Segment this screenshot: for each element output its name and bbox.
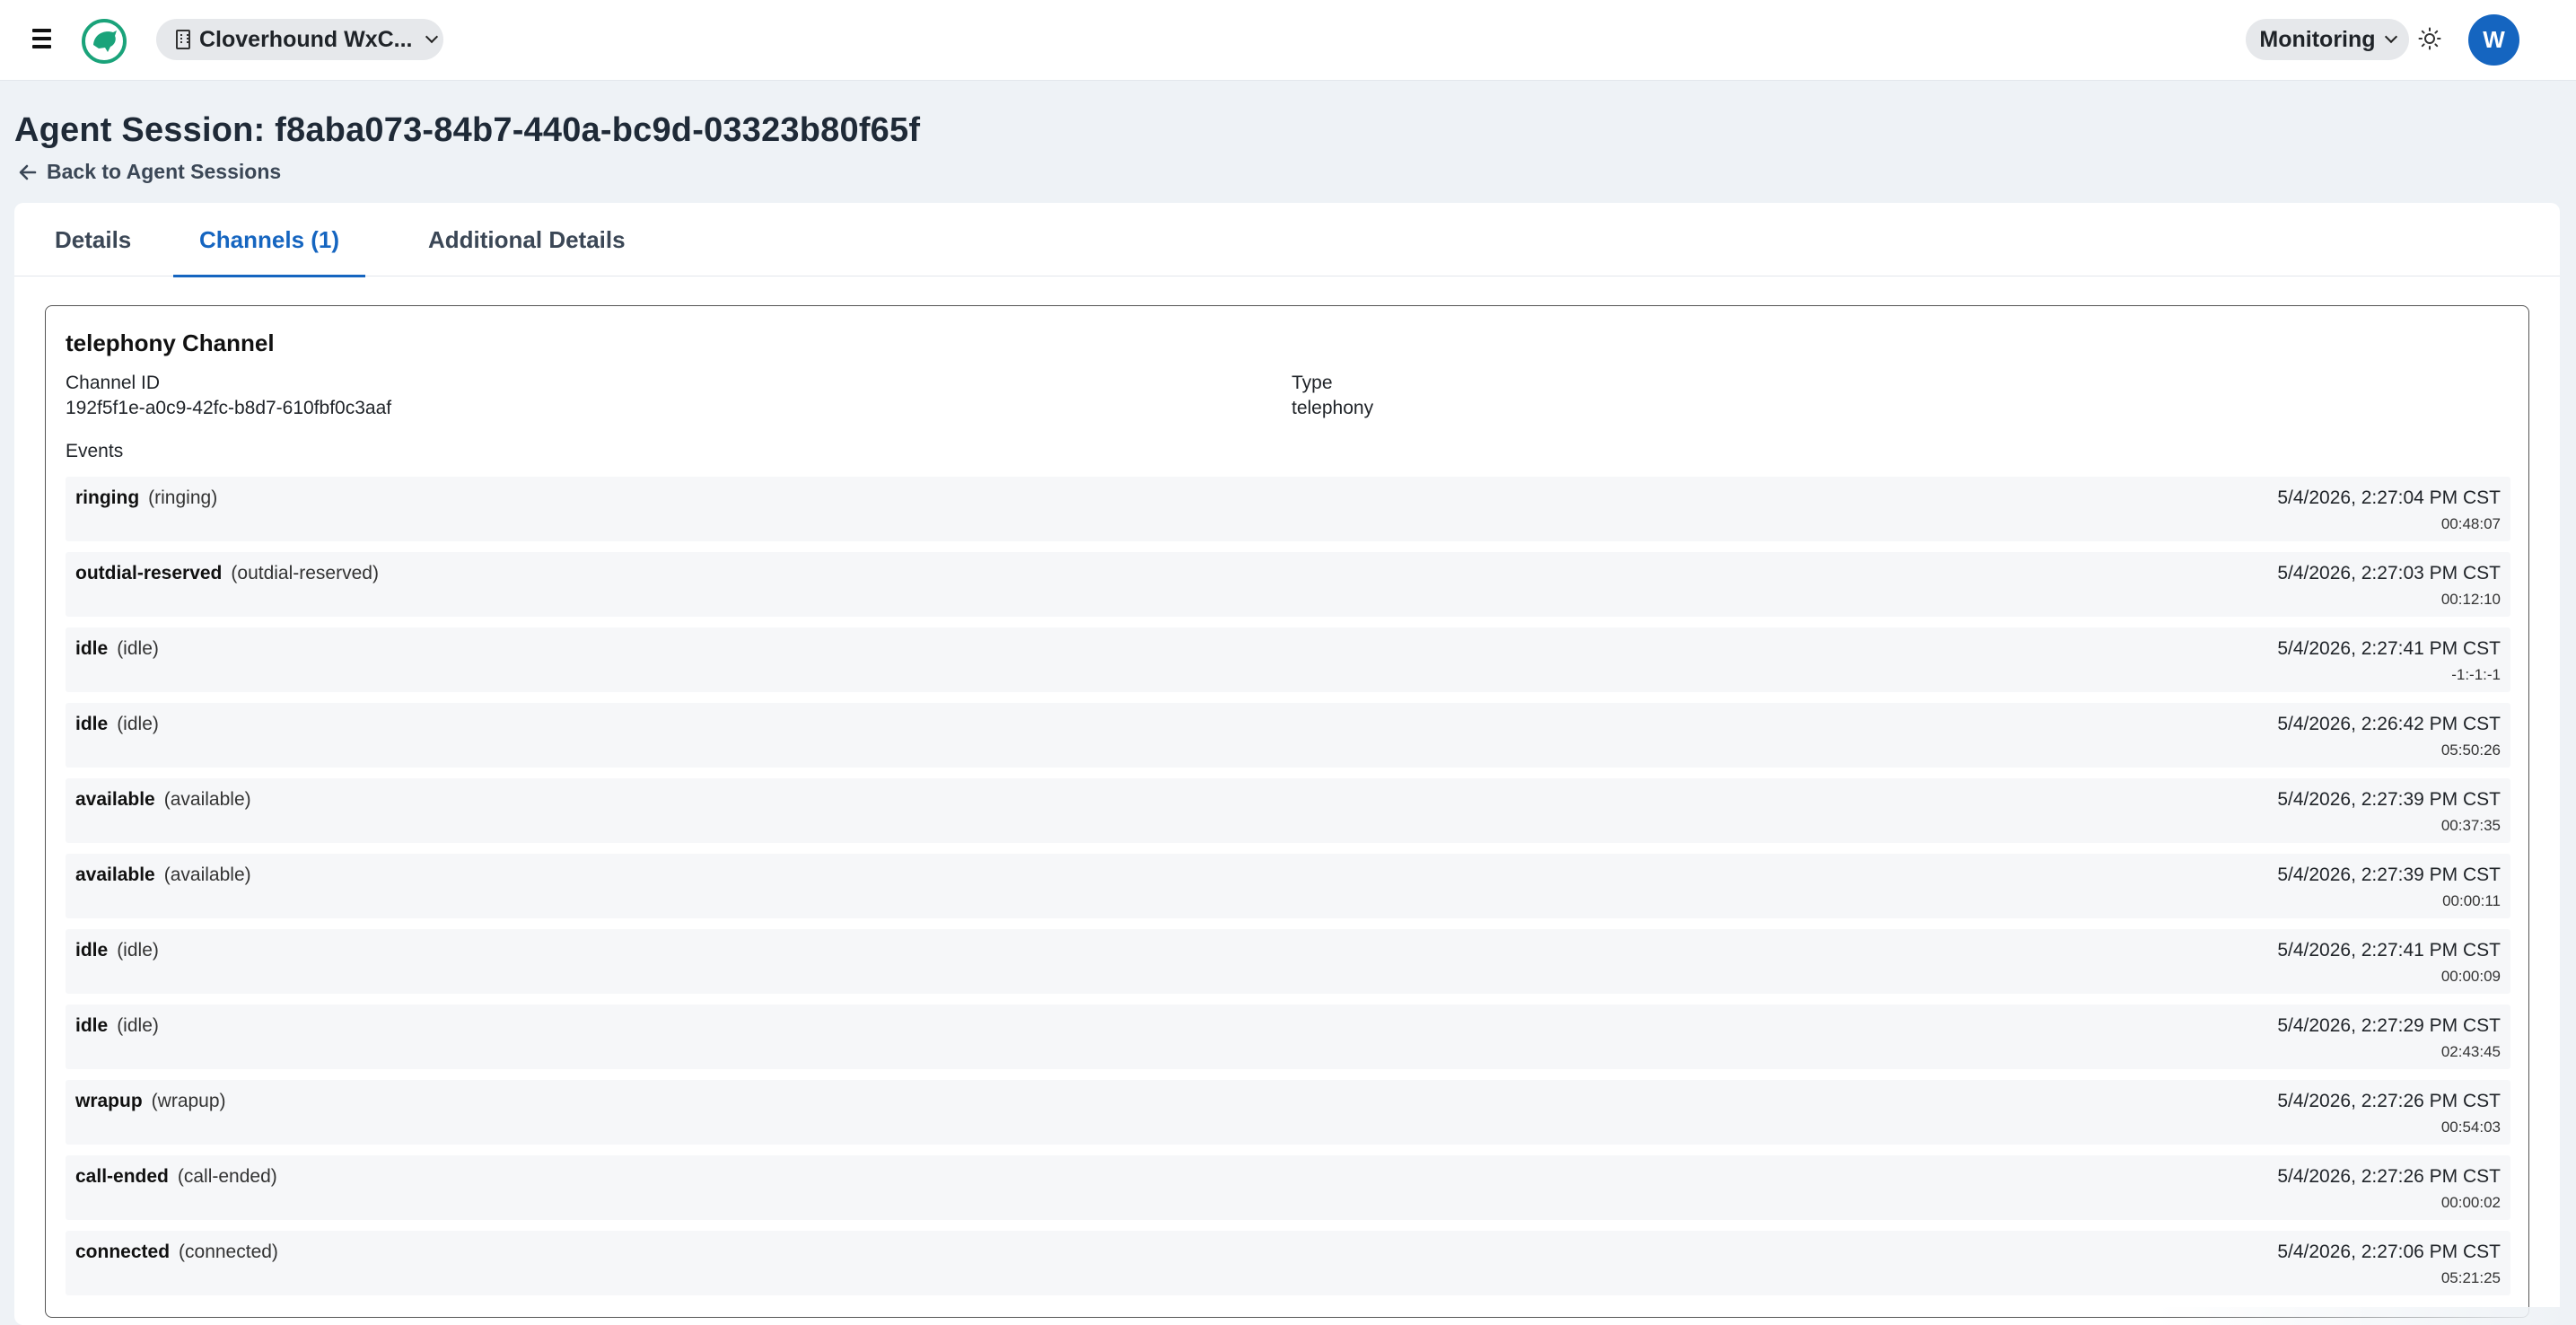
event-timestamp: 5/4/2026, 2:27:26 PM CST xyxy=(2277,1166,2501,1187)
event-name: call-ended (call-ended) xyxy=(75,1166,277,1188)
hamburger-menu-icon[interactable] xyxy=(32,25,54,52)
event-name-text: idle xyxy=(75,940,109,961)
page-title: Agent Session: f8aba073-84b7-440a-bc9d-0… xyxy=(14,111,921,149)
back-to-agent-sessions-link[interactable]: Back to Agent Sessions xyxy=(18,160,281,184)
event-row: wrapup (wrapup) 5/4/2026, 2:27:26 PM CST 00… xyxy=(66,1080,2510,1145)
back-link-label: Back to Agent Sessions xyxy=(47,160,282,183)
event-timestamp: 5/4/2026, 2:27:41 PM CST xyxy=(2277,940,2501,961)
event-duration: 00:37:35 xyxy=(2440,817,2501,834)
event-duration: 05:50:26 xyxy=(2440,741,2501,759)
event-type-text: (idle) xyxy=(117,714,159,734)
building-icon xyxy=(176,30,190,49)
event-type-text: (idle) xyxy=(117,638,159,659)
event-type-text: (idle) xyxy=(117,940,159,961)
arrow-left-icon xyxy=(19,164,37,180)
channel-title: telephony Channel xyxy=(66,329,275,356)
event-name: idle (idle) xyxy=(75,1015,159,1037)
event-name-text: outdial-reserved xyxy=(75,563,223,584)
event-row: available (available) 5/4/2026, 2:27:39 PM… xyxy=(66,778,2510,843)
app-logo-icon[interactable] xyxy=(81,18,127,65)
event-row: available (available) 5/4/2026, 2:27:39 PM… xyxy=(66,854,2510,918)
event-timestamp: 5/4/2026, 2:27:41 PM CST xyxy=(2277,638,2501,659)
channel-id-value: 192f5f1e-a0c9-42fc-b8d7-610fbf0c3aaf xyxy=(66,398,392,418)
event-row: idle (idle) 5/4/2026, 2:27:41 PM CST 00:00:… xyxy=(66,929,2510,994)
event-name-text: call-ended xyxy=(75,1166,169,1187)
event-name-text: idle xyxy=(75,1015,109,1036)
event-type-text: (idle) xyxy=(117,1015,159,1036)
event-timestamp: 5/4/2026, 2:27:26 PM CST xyxy=(2277,1091,2501,1111)
top-nav-bar: Cloverhound WxC... Monitoring W xyxy=(0,0,2576,81)
event-name: available (available) xyxy=(75,864,251,886)
event-duration: 02:43:45 xyxy=(2440,1043,2501,1060)
session-card: Details Channels (1) Additional Details … xyxy=(14,203,2560,1325)
tab-details[interactable]: Details xyxy=(55,203,131,276)
type-value: telephony xyxy=(1292,398,1374,418)
event-name: idle (idle) xyxy=(75,714,159,735)
event-name: connected (connected) xyxy=(75,1242,278,1263)
event-duration: 00:54:03 xyxy=(2440,1119,2501,1136)
event-row: call-ended (call-ended) 5/4/2026, 2:27:26 … xyxy=(66,1155,2510,1220)
event-timestamp: 5/4/2026, 2:27:29 PM CST xyxy=(2277,1015,2501,1036)
event-row: ringing (ringing) 5/4/2026, 2:27:04 PM CST… xyxy=(66,477,2510,541)
event-name-text: wrapup xyxy=(75,1091,143,1111)
event-row: connected (connected) 5/4/2026, 2:27:06 PM… xyxy=(66,1231,2510,1295)
event-row: outdial-reserved (outdial-reserved) 5/4/20… xyxy=(66,552,2510,617)
channel-panel: telephony Channel Channel ID 192f5f1e-a0… xyxy=(45,305,2529,1318)
event-type-text: (ringing) xyxy=(148,487,218,508)
event-timestamp: 5/4/2026, 2:27:04 PM CST xyxy=(2277,487,2501,508)
tab-additional-details[interactable]: Additional Details xyxy=(428,203,626,276)
event-duration: 05:21:25 xyxy=(2440,1269,2501,1286)
monitoring-label: Monitoring xyxy=(2259,26,2376,52)
user-avatar[interactable]: W xyxy=(2468,14,2519,66)
event-type-text: (available) xyxy=(163,789,251,810)
chevron-down-icon xyxy=(425,30,438,44)
events-label: Events xyxy=(66,441,124,461)
bottom-right-fade xyxy=(2154,1307,2576,1325)
channel-id-label: Channel ID xyxy=(66,373,161,393)
tab-bar: Details Channels (1) Additional Details xyxy=(14,203,2560,277)
event-type-text: (call-ended) xyxy=(177,1166,277,1187)
event-type-text: (available) xyxy=(163,864,251,885)
event-name-text: ringing xyxy=(75,487,140,508)
event-timestamp: 5/4/2026, 2:27:39 PM CST xyxy=(2277,864,2501,885)
event-duration: 00:48:07 xyxy=(2440,515,2501,532)
event-name: wrapup (wrapup) xyxy=(75,1091,226,1112)
event-timestamp: 5/4/2026, 2:27:03 PM CST xyxy=(2277,563,2501,584)
event-row: idle (idle) 5/4/2026, 2:27:41 PM CST -1:-1:… xyxy=(66,627,2510,692)
org-name: Cloverhound WxC... xyxy=(199,26,413,52)
event-name: idle (idle) xyxy=(75,940,159,961)
event-duration: -1:-1:-1 xyxy=(2451,666,2501,683)
event-row: idle (idle) 5/4/2026, 2:26:42 PM CST 05:50:… xyxy=(66,703,2510,768)
event-name: available (available) xyxy=(75,789,251,811)
event-timestamp: 5/4/2026, 2:27:06 PM CST xyxy=(2277,1242,2501,1262)
event-name-text: available xyxy=(75,789,155,810)
event-row: idle (idle) 5/4/2026, 2:27:29 PM CST 02:43:… xyxy=(66,1005,2510,1069)
event-type-text: (connected) xyxy=(179,1242,278,1262)
type-label: Type xyxy=(1292,373,1333,393)
event-name-text: available xyxy=(75,864,155,885)
event-name: ringing (ringing) xyxy=(75,487,217,509)
monitoring-dropdown[interactable]: Monitoring xyxy=(2246,19,2409,60)
event-name-text: idle xyxy=(75,714,109,734)
event-name: idle (idle) xyxy=(75,638,159,660)
event-name-text: idle xyxy=(75,638,109,659)
tab-channels[interactable]: Channels (1) xyxy=(173,203,366,277)
event-timestamp: 5/4/2026, 2:27:39 PM CST xyxy=(2277,789,2501,810)
event-duration: 00:12:10 xyxy=(2440,591,2501,608)
event-timestamp: 5/4/2026, 2:26:42 PM CST xyxy=(2277,714,2501,734)
event-duration: 00:00:11 xyxy=(2442,892,2501,909)
org-selector[interactable]: Cloverhound WxC... xyxy=(156,19,443,60)
event-type-text: (wrapup) xyxy=(151,1091,226,1111)
chevron-down-icon xyxy=(2384,30,2397,44)
event-duration: 00:00:02 xyxy=(2440,1194,2501,1211)
event-name-text: connected xyxy=(75,1242,171,1262)
event-name: outdial-reserved (outdial-reserved) xyxy=(75,563,379,584)
theme-toggle-sun-icon[interactable] xyxy=(2418,27,2441,50)
event-duration: 00:00:09 xyxy=(2440,968,2501,985)
event-type-text: (outdial-reserved) xyxy=(231,563,379,584)
